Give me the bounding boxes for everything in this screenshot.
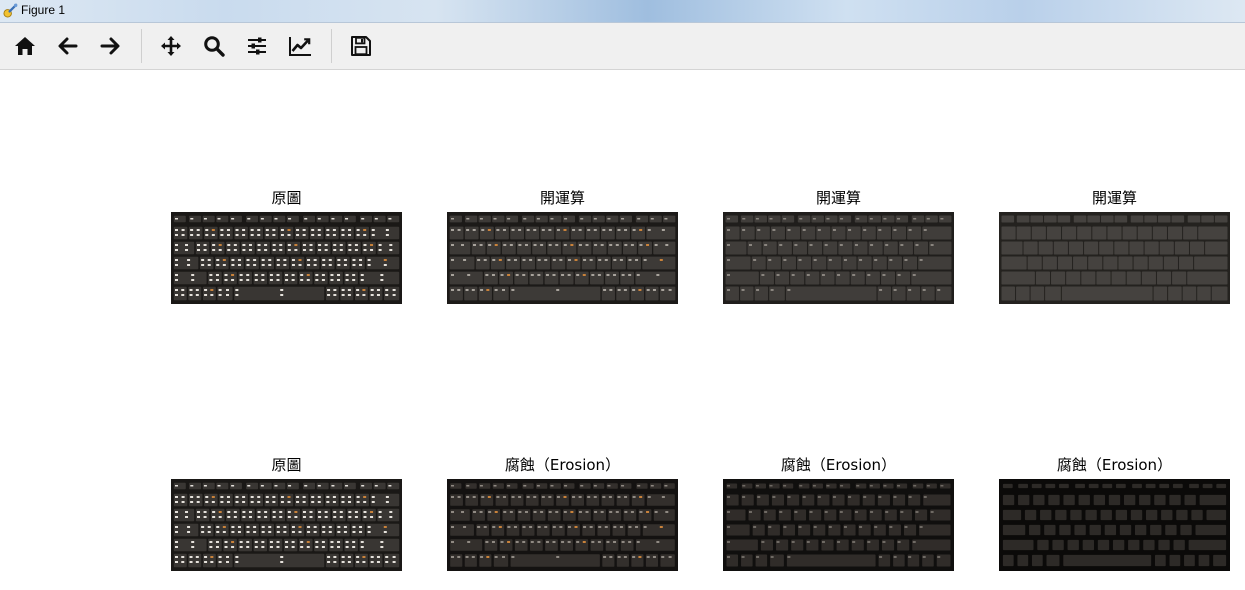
configure-subplots-button[interactable] [243,32,271,60]
keyboard-image [171,479,402,571]
keyboard-image [999,479,1230,571]
magnifier-icon [204,36,225,57]
subplot-title: 原圖 [271,189,302,207]
zoom-button[interactable] [200,32,228,60]
subplot-title: 原圖 [271,456,302,474]
save-button[interactable] [347,32,375,60]
pan-button[interactable] [157,32,185,60]
window-title: Figure 1 [21,3,66,17]
arrow-left-icon [58,37,78,55]
subplot-title: 腐蝕（Erosion） [504,456,621,474]
subplot-title: 開運算 [539,189,585,207]
toolbar-separator [141,29,142,63]
keyboard-image [171,212,402,304]
window-title-bar: Figure 1 [0,0,1245,23]
toolbar-separator [331,29,332,63]
keyboard-image [999,212,1230,304]
line-chart-icon [289,37,311,56]
subplot-title: 腐蝕（Erosion） [1056,456,1173,474]
move-icon [161,36,181,56]
app-icon [3,3,18,18]
sliders-icon [248,37,266,55]
keyboard-image [723,212,954,304]
subplot-title: 腐蝕（Erosion） [780,456,897,474]
arrow-right-icon [100,37,120,55]
subplot-title: 開運算 [815,189,861,207]
back-button[interactable] [54,32,82,60]
subplot-title: 開運算 [1091,189,1137,207]
forward-button[interactable] [96,32,124,60]
keyboard-image [447,212,678,304]
keyboard-image [723,479,954,571]
edit-axes-button[interactable] [286,32,314,60]
home-button[interactable] [11,32,39,60]
floppy-disk-icon [351,36,371,56]
home-icon [15,37,35,55]
keyboard-image [447,479,678,571]
navigation-toolbar [0,23,1245,70]
